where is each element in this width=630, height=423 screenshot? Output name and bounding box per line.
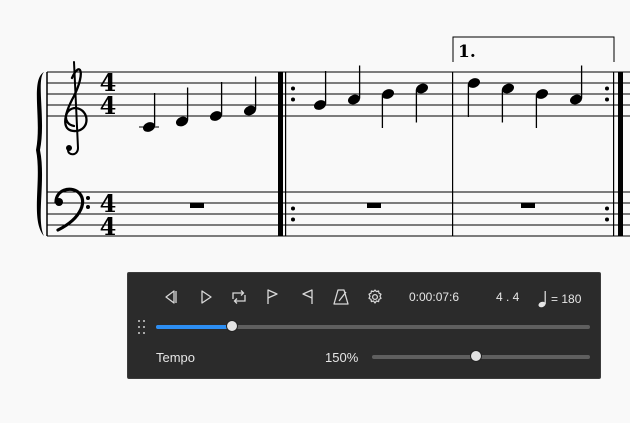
quarter-note <box>535 89 549 128</box>
notes-layer <box>139 65 583 132</box>
repeat-end-dots <box>605 206 609 211</box>
playback-panel: 0:00:07:6 4 . 4 = 180 Tempo 150% <box>127 272 601 379</box>
bass-clef-icon <box>54 187 90 232</box>
treble-time-denominator: 4 <box>100 91 117 120</box>
metronome-icon <box>333 289 349 305</box>
bass-time-denominator: 4 <box>100 212 117 241</box>
tempo-percent: 150% <box>325 350 359 365</box>
progress-thumb[interactable] <box>226 320 239 332</box>
quarter-note <box>139 93 159 132</box>
score-sheet: 4 4 4 4 1. <box>36 36 630 241</box>
repeat-end-thin-barline <box>613 72 615 236</box>
rewind-button[interactable] <box>158 285 184 309</box>
repeat-end-thick-barline <box>618 72 623 236</box>
play-button[interactable] <box>193 285 219 309</box>
tempo-thumb[interactable] <box>470 350 483 362</box>
barlines <box>278 72 623 236</box>
rests-layer <box>190 203 535 208</box>
treble-clef-icon <box>64 61 88 156</box>
tempo-slider[interactable] <box>372 350 590 362</box>
quarter-note <box>381 89 395 128</box>
whole-rest <box>367 203 381 208</box>
repeat-end-dots <box>605 217 609 222</box>
repeat-start-dots <box>291 206 295 211</box>
rewind-icon <box>165 290 177 304</box>
tempo-readout: = 180 <box>538 290 581 308</box>
quarter-note <box>209 82 223 121</box>
quarter-note-icon <box>538 291 546 308</box>
loop-out-icon <box>302 289 313 304</box>
repeat-start-dots <box>291 217 295 222</box>
quarter-note <box>313 71 327 110</box>
metronome-button[interactable] <box>328 285 354 309</box>
repeat-end-dots <box>605 86 609 91</box>
settings-button[interactable] <box>362 285 388 309</box>
loop-out-button[interactable] <box>295 285 321 309</box>
quarter-note <box>467 78 481 117</box>
tempo-label: Tempo <box>156 350 196 365</box>
barline <box>452 72 454 236</box>
time-readout: 0:00:07:6 <box>409 290 460 304</box>
repeat-start-dots <box>291 86 295 91</box>
playback-progress-slider[interactable] <box>156 320 590 332</box>
loop-in-button[interactable] <box>259 285 285 309</box>
grand-staff-brace <box>36 72 44 236</box>
progress-fill <box>156 325 233 329</box>
whole-rest <box>521 203 535 208</box>
repeat-start-thin-barline <box>285 72 287 236</box>
first-ending-bracket <box>452 36 615 62</box>
whole-rest <box>190 203 204 208</box>
drag-handle[interactable] <box>137 319 147 335</box>
repeat-end-dots <box>605 97 609 102</box>
tempo-marking: = 180 <box>551 292 582 306</box>
loop-icon <box>232 290 246 304</box>
repeat-start-dots <box>291 97 295 102</box>
repeat-start-thick-barline <box>278 72 283 236</box>
settings-icon <box>368 289 382 304</box>
first-ending-label: 1. <box>458 42 476 62</box>
position-readout: 4 . 4 <box>496 290 520 304</box>
play-icon <box>201 290 212 304</box>
loop-in-icon <box>267 289 278 304</box>
loop-button[interactable] <box>226 285 252 309</box>
